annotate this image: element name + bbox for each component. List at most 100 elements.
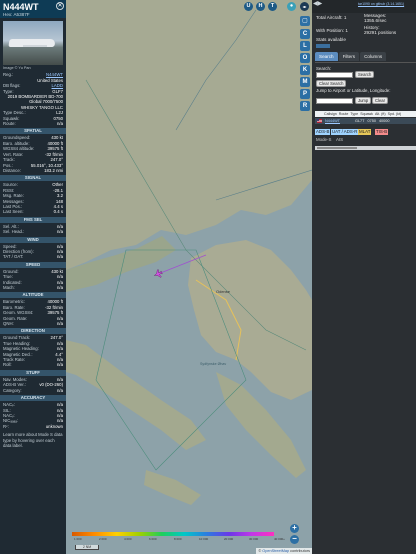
tool-button-c[interactable]: C — [300, 29, 310, 39]
altitude-value: n/a — [57, 321, 63, 327]
toggle-sidebar-icon[interactable]: ◀▶ — [313, 1, 322, 7]
map-canvas: Odense Sydfynske Øhav — [66, 0, 312, 554]
tab-columns[interactable]: Columns — [360, 52, 387, 62]
zoom-in-button[interactable]: + — [290, 524, 299, 533]
column-header[interactable]: Callsign — [324, 111, 337, 117]
detail-sections: SPATIAL Groundspeed: 430 kt Baro. altitude:… — [0, 128, 66, 448]
altitude-tick-label: 40 000+ — [274, 537, 285, 541]
version-link[interactable]: tar1090 on github (3.14.1651) — [358, 2, 404, 7]
messages-value: 1355.6/sec — [364, 18, 387, 24]
clear-jump-button[interactable]: Clear — [372, 97, 389, 104]
osm-link[interactable]: OpenStreetMap — [262, 549, 289, 553]
tab-search[interactable]: Search — [315, 52, 338, 62]
attribution-suffix: contributors — [289, 549, 310, 553]
us-flag-icon — [317, 119, 322, 123]
source-chip: UAT / ADS-R — [331, 129, 359, 135]
history-stat: History: 29291 positions — [364, 25, 396, 36]
source-chip: AIS — [336, 137, 344, 142]
section-spatial-title[interactable]: SPATIAL — [0, 128, 66, 135]
tool-button-p[interactable]: P — [300, 89, 310, 99]
source-chip: MLAT — [358, 129, 372, 135]
stuff-row: Category: n/a — [0, 388, 66, 393]
row-callsign[interactable]: N444WT — [325, 118, 340, 124]
aircraft-photo-wing — [23, 45, 47, 47]
hex-label-text: Hex: — [3, 12, 13, 17]
table-scrollbar[interactable] — [315, 146, 416, 150]
zoom-out-button[interactable]: − — [290, 535, 299, 544]
stats-graph-link[interactable] — [316, 44, 330, 48]
jump-label: Jump to Airport or Latitude, Longitude: — [316, 88, 391, 93]
altitude-tick-label: 1 000 — [74, 537, 82, 541]
tool-button-o[interactable]: O — [300, 53, 310, 63]
tab-filters[interactable]: Filters — [338, 52, 360, 62]
stuff-value: n/a — [57, 387, 63, 393]
jump-button[interactable]: Jump — [355, 97, 372, 104]
total-aircraft-label: Total Aircraft: — [316, 15, 343, 20]
map-button-h[interactable]: H — [256, 2, 265, 11]
route-label: Route: — [3, 121, 16, 127]
direction-label: Roll: — [3, 362, 12, 368]
aircraft-header: N444WT Hex: A5387F ✕ — [0, 0, 66, 18]
row-altitude: 40000 — [378, 119, 390, 123]
column-header[interactable]: Squawk — [360, 111, 373, 117]
altitude-tick-label: 10 000 — [199, 537, 209, 541]
tool-button-k[interactable]: K — [300, 65, 310, 75]
map-button-u[interactable]: U — [244, 2, 253, 11]
clear-search-button[interactable]: Clear Search — [316, 80, 347, 87]
altitude-tick-label: 20 000 — [224, 537, 234, 541]
scrollbar-thumb[interactable] — [317, 147, 357, 149]
table-row[interactable]: N444WT GL7T 0750 40000 — [315, 118, 416, 124]
stats-available: Stats available — [316, 37, 346, 42]
direction-row: Roll: n/a — [0, 362, 66, 367]
tar1090-page: N444WT Hex: A5387F ✕ Image © Yu Pan Reg.… — [0, 0, 416, 554]
signal-label: Last Seen: — [3, 209, 24, 215]
altitude-label: QNH: — [3, 321, 14, 327]
tool-button-l[interactable]: L — [300, 41, 310, 51]
accuracy-value: unknown — [45, 423, 63, 429]
signal-value: 0.4 s — [53, 209, 63, 215]
callsign-title: N444WT — [3, 2, 39, 12]
hex-value: A5387F — [13, 12, 30, 17]
search-label: Search: — [316, 66, 332, 71]
sidebar-tabs: Search Filters Columns — [315, 52, 387, 62]
section-stuff-title[interactable]: STUFF — [0, 369, 66, 376]
search-input[interactable] — [316, 72, 353, 78]
column-header[interactable]: Alt. (ft) — [375, 111, 386, 117]
tool-button-m[interactable]: M — [300, 77, 310, 87]
total-aircraft: Total Aircraft: 1 — [316, 15, 346, 20]
jump-input[interactable] — [316, 98, 353, 104]
with-position-value: 1 — [345, 28, 348, 33]
section-speed-title[interactable]: SPEED — [0, 261, 66, 268]
map-view[interactable]: Odense Sydfynske Øhav U H T ● ◂▸ ▢ C L O K M P R + … — [66, 0, 312, 554]
spatial-value: 183.2 nmi — [44, 167, 63, 173]
section-altitude-title[interactable]: ALTITUDE — [0, 292, 66, 299]
aircraft-photo[interactable] — [3, 21, 63, 65]
section-accuracy-title[interactable]: ACCURACY — [0, 395, 66, 402]
hex-line: Hex: A5387F — [3, 12, 63, 17]
layers-icon[interactable]: ▢ — [300, 16, 310, 26]
tool-button-r[interactable]: R — [300, 101, 310, 111]
close-icon[interactable]: ✕ — [56, 2, 64, 10]
fms-row: Sel. Head.: n/a — [0, 229, 66, 234]
column-header[interactable]: Spd. (kt) — [388, 111, 402, 117]
messages-stat: Messages: 1355.6/sec — [364, 13, 386, 24]
section-fms-title[interactable]: FMS SEL — [0, 216, 66, 223]
section-direction-title[interactable]: DIRECTION — [0, 328, 66, 335]
direction-value: n/a — [57, 362, 63, 368]
altitude-tick-label: 30 000 — [249, 537, 259, 541]
type-description: 2019 BOMBARDIER BD-700 Global 7000/7500 — [7, 94, 63, 105]
search-button[interactable]: Search — [355, 71, 375, 78]
settings-gear-icon[interactable]: ● — [287, 2, 296, 11]
expand-sidebar-icon[interactable]: ◂▸ — [300, 2, 309, 11]
route-row: Route: n/a — [0, 121, 66, 126]
column-header[interactable]: Type — [350, 111, 358, 117]
reg-label: Reg.: — [3, 72, 14, 78]
section-signal-title[interactable]: SIGNAL — [0, 175, 66, 182]
map-button-t[interactable]: T — [268, 2, 277, 11]
section-wind-title[interactable]: WIND — [0, 236, 66, 243]
aircraft-info-panel: N444WT Hex: A5387F ✕ Image © Yu Pan Reg.… — [0, 0, 66, 554]
spatial-label: Distance: — [3, 167, 21, 173]
column-header[interactable]: Route — [339, 111, 349, 117]
accuracy-label: Rᶜ: — [3, 423, 9, 429]
fms-label: Sel. Head.: — [3, 229, 25, 235]
